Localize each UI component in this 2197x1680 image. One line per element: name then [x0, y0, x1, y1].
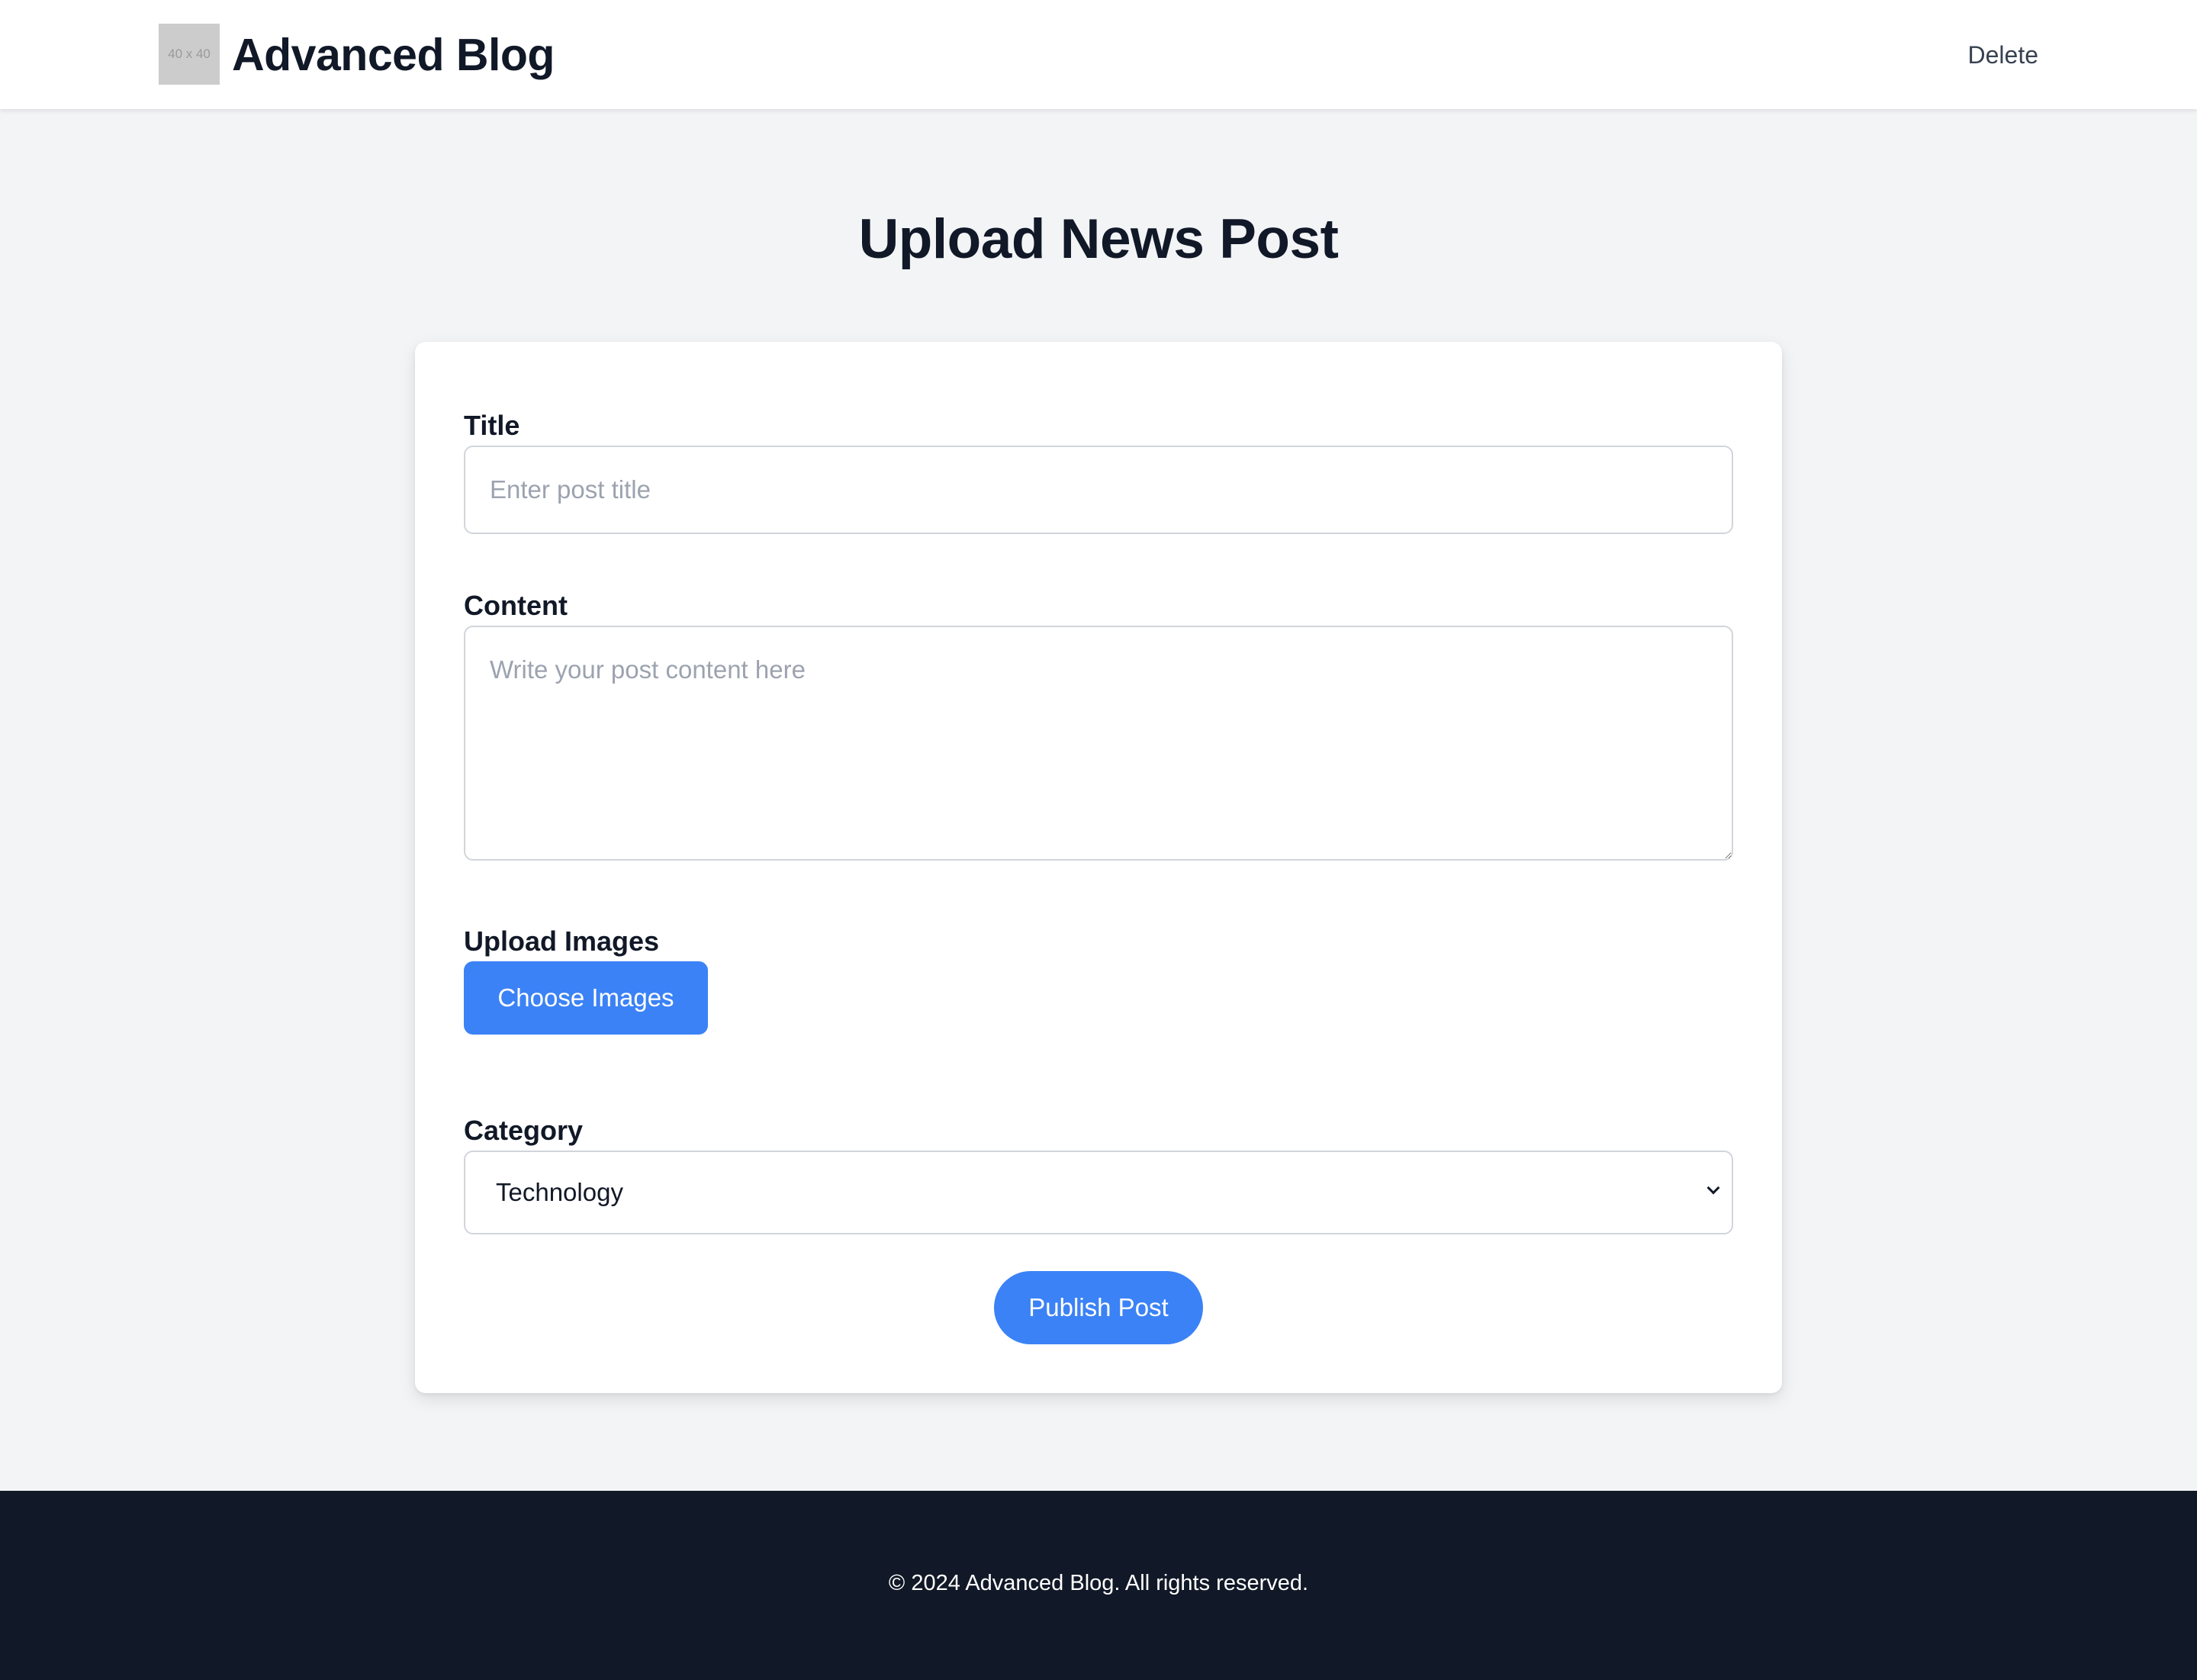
category-select[interactable]: Technology	[464, 1151, 1733, 1234]
site-footer: © 2024 Advanced Blog. All rights reserve…	[0, 1491, 2197, 1680]
category-label: Category	[464, 1115, 584, 1146]
site-brand[interactable]: Advanced Blog	[232, 29, 555, 81]
content-textarea[interactable]	[464, 626, 1733, 861]
choose-images-button[interactable]: Choose Images	[464, 961, 708, 1035]
upload-form-card: Title Content Upload Images Choose Image…	[415, 342, 1782, 1393]
logo-placeholder-text: 40 x 40	[168, 47, 211, 61]
site-header: 40 x 40 Advanced Blog Delete	[0, 0, 2197, 109]
delete-link[interactable]: Delete	[1968, 40, 2039, 70]
title-input[interactable]	[464, 446, 1733, 534]
logo-image[interactable]: 40 x 40	[159, 24, 220, 85]
copyright-text: © 2024 Advanced Blog. All rights reserve…	[888, 1571, 1309, 1595]
upload-images-label: Upload Images	[464, 925, 660, 957]
chevron-down-icon	[1706, 1181, 1720, 1195]
page-title: Upload News Post	[858, 208, 1339, 270]
content-label: Content	[464, 590, 568, 621]
category-selected-value: Technology	[496, 1178, 623, 1206]
page: 40 x 40 Advanced Blog Delete Upload News…	[0, 0, 2197, 1680]
publish-post-button[interactable]: Publish Post	[994, 1271, 1203, 1344]
title-label: Title	[464, 410, 520, 441]
